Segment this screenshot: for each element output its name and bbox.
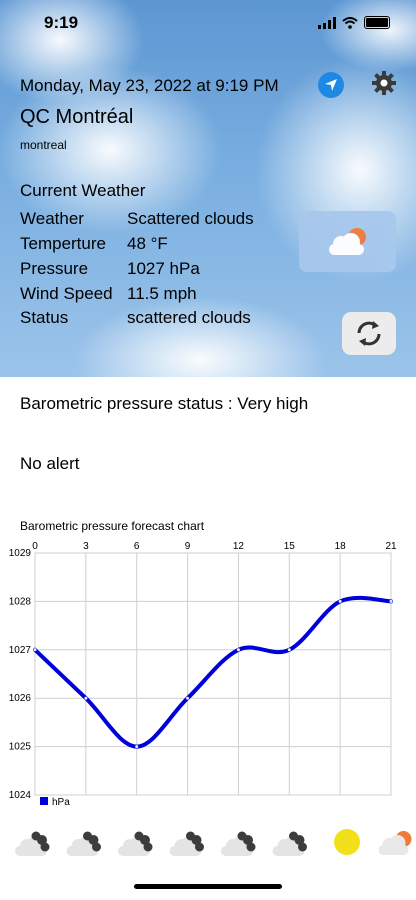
city-name: QC Montréal bbox=[20, 106, 134, 128]
partly-cloudy-icon bbox=[378, 831, 412, 855]
row-label: Wind Speed bbox=[20, 284, 113, 303]
sun-icon bbox=[334, 829, 360, 855]
weather-header: 9:19 Monday, May 23, 2022 at 9:19 PM QC … bbox=[0, 0, 416, 377]
y-tick-label: 1024 bbox=[9, 790, 32, 801]
wifi-icon bbox=[342, 16, 358, 29]
pressure-status-text: Barometric pressure status : Very high bbox=[20, 394, 309, 413]
row-label: Status bbox=[20, 308, 69, 327]
cloudy-icon bbox=[15, 831, 50, 856]
x-tick-label: 15 bbox=[284, 541, 296, 552]
date-time: Monday, May 23, 2022 at 9:19 PM bbox=[20, 76, 279, 95]
plot-area bbox=[34, 552, 392, 796]
x-tick-label: 21 bbox=[385, 541, 397, 552]
y-tick-label: 1026 bbox=[9, 693, 32, 704]
row-value: 1027 hPa bbox=[127, 259, 200, 278]
x-tick-label: 9 bbox=[185, 541, 191, 552]
refresh-button[interactable] bbox=[342, 312, 396, 355]
partly-cloudy-night-icon bbox=[329, 228, 366, 255]
row-value: 48 °F bbox=[127, 234, 168, 253]
home-indicator[interactable] bbox=[134, 884, 282, 889]
y-tick-label: 1025 bbox=[9, 742, 32, 753]
data-point bbox=[389, 599, 393, 603]
wind-speed-row: Wind Speed 11.5 mph bbox=[20, 284, 197, 304]
pressure-row: Pressure 1027 hPa bbox=[20, 259, 200, 279]
row-label: Pressure bbox=[20, 259, 89, 278]
data-point bbox=[287, 648, 291, 652]
x-tick-label: 0 bbox=[32, 541, 38, 552]
cloudy-icon bbox=[118, 831, 153, 856]
status-time: 9:19 bbox=[44, 13, 79, 32]
cloudy-icon bbox=[221, 831, 256, 856]
x-tick-label: 18 bbox=[335, 541, 347, 552]
current-weather-icon-box bbox=[299, 211, 396, 272]
temperature-row: Temperture 48 °F bbox=[20, 234, 168, 254]
x-tick-label: 6 bbox=[134, 541, 140, 552]
data-point bbox=[84, 696, 88, 700]
cloudy-icon bbox=[272, 831, 307, 856]
cloudy-icon bbox=[169, 831, 204, 856]
location-arrow-icon bbox=[325, 79, 337, 91]
cloudy-icon bbox=[66, 831, 101, 856]
x-tick-label: 12 bbox=[233, 541, 245, 552]
current-weather-heading: Current Weather bbox=[20, 181, 146, 200]
legend-label: hPa bbox=[52, 797, 70, 808]
data-point bbox=[338, 599, 342, 603]
row-value: 11.5 mph bbox=[127, 284, 197, 303]
y-tick-label: 1028 bbox=[9, 596, 32, 607]
hourly-forecast-strip bbox=[15, 829, 412, 856]
legend-swatch bbox=[40, 797, 48, 805]
weather-row: Weather Scattered clouds bbox=[20, 209, 254, 229]
status-bar: 9:19 bbox=[0, 0, 416, 48]
alert-text: No alert bbox=[20, 454, 80, 473]
chart-title: Barometric pressure forecast chart bbox=[20, 519, 205, 533]
row-label: Weather bbox=[20, 209, 84, 228]
data-point bbox=[33, 648, 37, 652]
battery-icon bbox=[364, 16, 390, 29]
data-point bbox=[186, 696, 190, 700]
pressure-forecast-chart: 0 3 6 9 12 15 18 21 1029 1028 1027 1026 1025 1024 hPa bbox=[9, 541, 397, 808]
signal-icon bbox=[318, 16, 336, 29]
data-point bbox=[236, 648, 240, 652]
status-row: Status scattered clouds bbox=[20, 308, 251, 328]
refresh-icon bbox=[357, 321, 381, 346]
row-label: Temperture bbox=[20, 234, 106, 253]
city-subtitle: montreal bbox=[20, 138, 67, 152]
y-tick-label: 1029 bbox=[9, 548, 32, 559]
status-icons bbox=[318, 16, 390, 29]
location-button[interactable] bbox=[318, 72, 344, 98]
y-tick-label: 1027 bbox=[9, 645, 32, 656]
x-tick-label: 3 bbox=[83, 541, 89, 552]
row-value: Scattered clouds bbox=[127, 209, 254, 228]
settings-gear-icon[interactable] bbox=[372, 71, 396, 95]
data-point bbox=[135, 745, 139, 749]
row-value: scattered clouds bbox=[127, 308, 251, 327]
